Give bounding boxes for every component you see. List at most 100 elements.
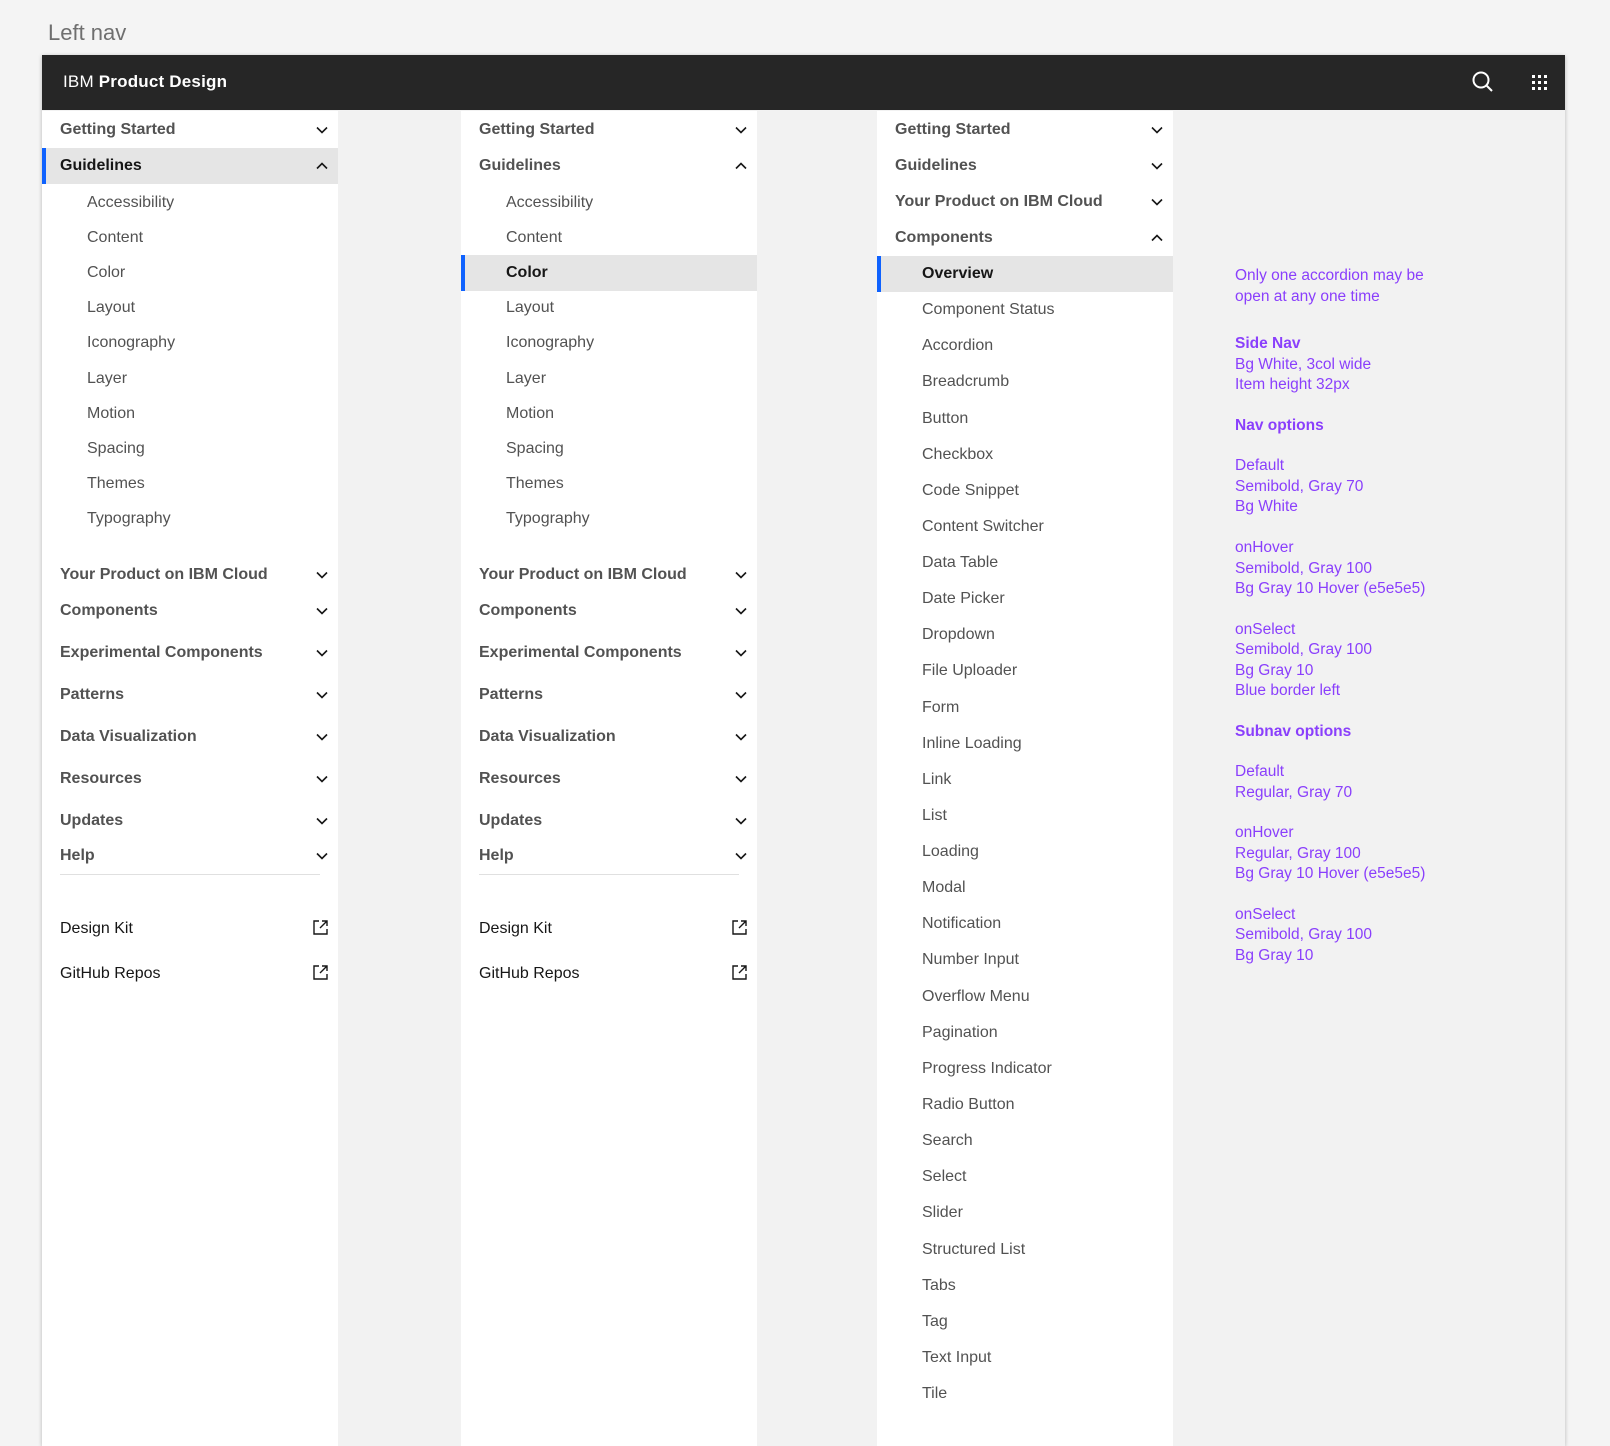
sub-nav-item-accessibility[interactable]: Accessibility bbox=[42, 185, 338, 221]
nav-link-design-kit[interactable]: Design Kit bbox=[461, 911, 757, 947]
sub-nav-item-layer[interactable]: Layer bbox=[461, 361, 757, 397]
nav-item-experimental-components[interactable]: Experimental Components bbox=[42, 635, 338, 671]
nav-item-components[interactable]: Components bbox=[42, 593, 338, 629]
nav-item-experimental-components[interactable]: Experimental Components bbox=[461, 635, 757, 671]
sub-nav-item-overflow-menu[interactable]: Overflow Menu bbox=[877, 979, 1173, 1015]
nav-item-your-product-on-ibm-cloud[interactable]: Your Product on IBM Cloud bbox=[461, 557, 757, 593]
sub-nav-item-iconography[interactable]: Iconography bbox=[42, 325, 338, 361]
sub-nav-item-content-switcher[interactable]: Content Switcher bbox=[877, 509, 1173, 545]
nav-item-label: Breadcrumb bbox=[922, 373, 1010, 391]
sub-nav-item-button[interactable]: Button bbox=[877, 401, 1173, 437]
nav-item-label: Loading bbox=[922, 843, 979, 861]
sub-nav-item-overview[interactable]: Overview bbox=[877, 256, 1173, 292]
side-nav-components-expanded: Getting Started Guidelines Your Product on… bbox=[877, 111, 1173, 1446]
nav-item-getting-started[interactable]: Getting Started bbox=[42, 112, 338, 148]
nav-item-label: Color bbox=[506, 264, 548, 282]
sub-nav-item-text-input[interactable]: Text Input bbox=[877, 1340, 1173, 1376]
nav-item-patterns[interactable]: Patterns bbox=[461, 677, 757, 713]
sub-nav-item-structured-list[interactable]: Structured List bbox=[877, 1232, 1173, 1268]
sub-nav-item-spacing[interactable]: Spacing bbox=[461, 431, 757, 467]
sub-nav-item-notification[interactable]: Notification bbox=[877, 906, 1173, 942]
sub-nav-item-layout[interactable]: Layout bbox=[42, 290, 338, 326]
nav-link-design-kit[interactable]: Design Kit bbox=[42, 911, 338, 947]
sub-nav-item-accordion[interactable]: Accordion bbox=[877, 328, 1173, 364]
sub-nav-item-color[interactable]: Color bbox=[461, 255, 757, 292]
sub-nav-item-pagination[interactable]: Pagination bbox=[877, 1015, 1173, 1051]
sub-nav-item-tag[interactable]: Tag bbox=[877, 1304, 1173, 1340]
sub-nav-item-loading[interactable]: Loading bbox=[877, 834, 1173, 870]
nav-item-label: Components bbox=[479, 602, 577, 619]
sub-nav-item-inline-loading[interactable]: Inline Loading bbox=[877, 726, 1173, 762]
nav-item-guidelines[interactable]: Guidelines bbox=[42, 148, 338, 184]
nav-item-label: Experimental Components bbox=[60, 644, 263, 661]
nav-item-updates[interactable]: Updates bbox=[42, 803, 338, 839]
sub-nav-item-component-status[interactable]: Component Status bbox=[877, 292, 1173, 328]
sub-nav-item-select[interactable]: Select bbox=[877, 1159, 1173, 1195]
sub-nav-item-tabs[interactable]: Tabs bbox=[877, 1268, 1173, 1304]
nav-item-resources[interactable]: Resources bbox=[42, 761, 338, 797]
brand-logo[interactable]: IBM Product Design bbox=[63, 72, 227, 92]
annotation-text: Only one accordion may be bbox=[1235, 267, 1424, 284]
nav-item-label: Accessibility bbox=[506, 194, 594, 211]
nav-item-resources[interactable]: Resources bbox=[461, 761, 757, 797]
nav-item-getting-started[interactable]: Getting Started bbox=[877, 112, 1173, 148]
nav-item-components[interactable]: Components bbox=[461, 593, 757, 629]
nav-item-label: Checkbox bbox=[922, 445, 994, 463]
chevron-down-icon bbox=[316, 775, 328, 783]
nav-item-help[interactable]: Help bbox=[42, 838, 338, 874]
nav-item-guidelines[interactable]: Guidelines bbox=[461, 148, 757, 184]
nav-item-patterns[interactable]: Patterns bbox=[42, 677, 338, 713]
sub-nav-item-breadcrumb[interactable]: Breadcrumb bbox=[877, 364, 1173, 400]
sub-nav-item-code-snippet[interactable]: Code Snippet bbox=[877, 473, 1173, 509]
chevron-down-icon bbox=[735, 607, 747, 615]
sub-nav-item-link[interactable]: Link bbox=[877, 762, 1173, 798]
nav-link-github-repos[interactable]: GitHub Repos bbox=[42, 956, 338, 992]
sub-nav-item-motion[interactable]: Motion bbox=[42, 396, 338, 432]
nav-item-data-visualization[interactable]: Data Visualization bbox=[42, 719, 338, 755]
app-switcher-icon[interactable] bbox=[1526, 69, 1552, 95]
nav-item-data-visualization[interactable]: Data Visualization bbox=[461, 719, 757, 755]
sub-nav-item-progress-indicator[interactable]: Progress Indicator bbox=[877, 1051, 1173, 1087]
nav-item-label: Accessibility bbox=[87, 194, 175, 211]
sub-nav-item-spacing[interactable]: Spacing bbox=[42, 431, 338, 467]
sub-nav-item-content[interactable]: Content bbox=[461, 220, 757, 256]
nav-item-components[interactable]: Components bbox=[877, 220, 1173, 256]
nav-item-your-product-on-ibm-cloud[interactable]: Your Product on IBM Cloud bbox=[877, 184, 1173, 220]
sub-nav-item-search[interactable]: Search bbox=[877, 1123, 1173, 1159]
nav-item-getting-started[interactable]: Getting Started bbox=[461, 112, 757, 148]
nav-item-help[interactable]: Help bbox=[461, 838, 757, 874]
nav-item-updates[interactable]: Updates bbox=[461, 803, 757, 839]
sub-nav-item-dropdown[interactable]: Dropdown bbox=[877, 617, 1173, 653]
sub-nav-item-layout[interactable]: Layout bbox=[461, 290, 757, 326]
sub-nav-item-themes[interactable]: Themes bbox=[461, 466, 757, 502]
nav-item-label: Structured List bbox=[922, 1240, 1026, 1258]
sub-nav-item-typography[interactable]: Typography bbox=[42, 501, 338, 537]
nav-item-label: Select bbox=[922, 1168, 967, 1186]
sub-nav-item-data-table[interactable]: Data Table bbox=[877, 545, 1173, 581]
sub-nav-item-slider[interactable]: Slider bbox=[877, 1195, 1173, 1231]
sub-nav-item-content[interactable]: Content bbox=[42, 220, 338, 256]
sub-nav-item-list[interactable]: List bbox=[877, 798, 1173, 834]
search-icon[interactable] bbox=[1470, 69, 1496, 95]
sub-nav-item-typography[interactable]: Typography bbox=[461, 501, 757, 537]
sub-nav-item-themes[interactable]: Themes bbox=[42, 466, 338, 502]
nav-item-your-product-on-ibm-cloud[interactable]: Your Product on IBM Cloud bbox=[42, 557, 338, 593]
sub-nav-item-motion[interactable]: Motion bbox=[461, 396, 757, 432]
sub-nav-item-tile[interactable]: Tile bbox=[877, 1376, 1173, 1412]
sub-nav-item-checkbox[interactable]: Checkbox bbox=[877, 437, 1173, 473]
nav-item-label: Patterns bbox=[479, 686, 544, 703]
nav-link-github-repos[interactable]: GitHub Repos bbox=[461, 956, 757, 992]
sub-nav-item-accessibility[interactable]: Accessibility bbox=[461, 185, 757, 221]
sub-nav-item-form[interactable]: Form bbox=[877, 690, 1173, 726]
sub-nav-item-date-picker[interactable]: Date Picker bbox=[877, 581, 1173, 617]
sub-nav-item-number-input[interactable]: Number Input bbox=[877, 942, 1173, 978]
sub-nav-item-color[interactable]: Color bbox=[42, 255, 338, 291]
sub-nav-item-file-uploader[interactable]: File Uploader bbox=[877, 653, 1173, 689]
sub-nav-item-layer[interactable]: Layer bbox=[42, 361, 338, 397]
nav-item-label: Dropdown bbox=[922, 626, 995, 644]
sub-nav-item-modal[interactable]: Modal bbox=[877, 870, 1173, 906]
sub-nav-item-radio-button[interactable]: Radio Button bbox=[877, 1087, 1173, 1123]
sub-nav-item-iconography[interactable]: Iconography bbox=[461, 325, 757, 361]
nav-item-guidelines[interactable]: Guidelines bbox=[877, 148, 1173, 184]
nav-item-label: Getting Started bbox=[479, 121, 595, 138]
